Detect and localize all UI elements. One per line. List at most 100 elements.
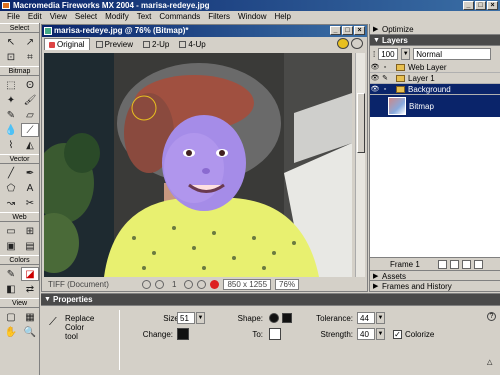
crop-tool-icon[interactable]: ⌗ (21, 50, 39, 64)
scrollbar-thumb[interactable] (357, 93, 365, 153)
frames-history-panel-header[interactable]: ▶ Frames and History (370, 281, 500, 292)
stroke-color-icon[interactable]: ✎ (2, 267, 20, 281)
round-shape-icon[interactable] (269, 313, 279, 323)
help-icon[interactable]: ? (487, 312, 496, 321)
lock-icon[interactable]: ▫ (380, 86, 390, 93)
properties-header[interactable]: ▼ Properties (41, 294, 500, 306)
close-button[interactable]: × (487, 1, 498, 10)
doc-minimize-button[interactable]: _ (330, 26, 341, 35)
new-layer-icon[interactable] (449, 259, 459, 269)
pointer-tool-icon[interactable]: ↖ (2, 35, 20, 49)
doc-close-button[interactable]: × (354, 26, 365, 35)
to-color-swatch[interactable] (269, 328, 281, 340)
menu-select[interactable]: Select (71, 11, 101, 23)
show-slices-icon[interactable]: ▤ (21, 239, 39, 253)
doc-maximize-button[interactable]: □ (342, 26, 353, 35)
full-screen-menus-icon[interactable]: ▦ (21, 310, 39, 324)
layers-panel-header[interactable]: ▼ Layers (370, 35, 500, 46)
quick-export-icon[interactable] (337, 38, 349, 49)
strength-field[interactable]: 40 (357, 328, 375, 340)
paint-bucket-tool-icon[interactable]: ◭ (21, 138, 39, 152)
size-field[interactable]: 51 (177, 312, 195, 324)
prev-frame-button[interactable] (184, 279, 194, 289)
knife-tool-icon[interactable]: ✂ (21, 196, 39, 210)
opacity-field[interactable]: 100 (378, 48, 399, 60)
opacity-slider-icon[interactable]: ⁞ (373, 50, 375, 59)
bitmap-object-row[interactable]: Bitmap (370, 95, 500, 117)
lasso-tool-icon[interactable]: ʘ (21, 78, 39, 92)
pencil-tool-icon[interactable]: ✎ (2, 108, 20, 122)
eye-icon[interactable]: 👁 (370, 74, 380, 82)
blend-mode-select[interactable]: Normal (413, 48, 492, 60)
opacity-dropdown-icon[interactable]: ▼ (401, 48, 411, 60)
new-sublayer-icon[interactable] (437, 259, 447, 269)
replace-color-tool-icon[interactable]: ⟋ (21, 123, 39, 137)
first-frame-button[interactable] (142, 279, 151, 289)
fill-color-icon[interactable]: ◪ (21, 267, 39, 281)
tolerance-dropdown-icon[interactable]: ▼ (376, 312, 385, 324)
canvas-vertical-scrollbar[interactable] (355, 53, 365, 277)
scale-tool-icon[interactable]: ⊡ (2, 50, 20, 64)
size-dropdown-icon[interactable]: ▼ (196, 312, 205, 324)
play-button[interactable] (155, 279, 164, 289)
tolerance-field[interactable]: 44 (357, 312, 375, 324)
menu-filters[interactable]: Filters (204, 11, 234, 23)
slice-tool-icon[interactable]: ⊞ (21, 224, 39, 238)
layer-row-web[interactable]: 👁 ▫ Web Layer (370, 62, 500, 73)
eye-icon[interactable]: 👁 (370, 85, 380, 93)
lock-icon[interactable]: ✎ (380, 74, 390, 82)
magic-wand-tool-icon[interactable]: ✦ (2, 93, 20, 107)
lock-icon[interactable]: ▫ (380, 64, 390, 71)
menu-commands[interactable]: Commands (155, 11, 204, 23)
default-colors-icon[interactable]: ◧ (2, 282, 20, 296)
line-tool-icon[interactable]: ╱ (2, 166, 20, 180)
eye-icon[interactable]: 👁 (370, 63, 380, 71)
minimize-button[interactable]: _ (463, 1, 474, 10)
colorize-checkbox[interactable]: ✓ (393, 330, 402, 339)
assets-panel-header[interactable]: ▶ Assets (370, 270, 500, 281)
menu-edit[interactable]: Edit (24, 11, 46, 23)
strength-dropdown-icon[interactable]: ▼ (376, 328, 385, 340)
document-canvas[interactable] (44, 53, 352, 277)
hotspot-tool-icon[interactable]: ▭ (2, 224, 20, 238)
blur-tool-icon[interactable]: 💧 (2, 123, 20, 137)
options-menu-icon[interactable] (351, 38, 363, 49)
maximize-button[interactable]: □ (475, 1, 486, 10)
standard-screen-icon[interactable]: ▢ (2, 310, 20, 324)
tools-section-vector: Vector (0, 154, 39, 164)
tab-2up[interactable]: 2-Up (139, 38, 173, 50)
menu-window[interactable]: Window (234, 11, 270, 23)
menu-file[interactable]: File (3, 11, 24, 23)
optimize-panel-header[interactable]: ▶ Optimize (370, 24, 500, 35)
marquee-tool-icon[interactable]: ⬚ (2, 78, 20, 92)
freeform-tool-icon[interactable]: ↝ (2, 196, 20, 210)
hide-slices-icon[interactable]: ▣ (2, 239, 20, 253)
menu-help[interactable]: Help (271, 11, 295, 23)
collapse-properties-icon[interactable]: △ (487, 358, 492, 366)
change-color-swatch[interactable] (177, 328, 189, 340)
delete-layer-icon[interactable] (473, 259, 483, 269)
hand-tool-icon[interactable]: ✋ (2, 325, 20, 339)
stop-button-icon[interactable] (210, 279, 220, 289)
eraser-tool-icon[interactable]: ▱ (21, 108, 39, 122)
square-shape-icon[interactable] (282, 313, 292, 323)
tab-4up[interactable]: 4-Up (175, 38, 209, 50)
brush-tool-icon[interactable]: 🖌 (21, 93, 39, 107)
zoom-select[interactable]: 76% (275, 278, 300, 290)
menu-text[interactable]: Text (133, 11, 156, 23)
subselect-tool-icon[interactable]: ↗ (21, 35, 39, 49)
polygon-tool-icon[interactable]: ⬠ (2, 181, 20, 195)
tab-original[interactable]: Original (44, 38, 90, 50)
eyedropper-tool-icon[interactable]: ⌇ (2, 138, 20, 152)
menu-modify[interactable]: Modify (101, 11, 133, 23)
add-mask-icon[interactable] (461, 259, 471, 269)
swap-colors-icon[interactable]: ⇄ (21, 282, 39, 296)
next-frame-button[interactable] (197, 279, 207, 289)
menu-view[interactable]: View (46, 11, 71, 23)
layer-row-layer1[interactable]: 👁 ✎ Layer 1 (370, 73, 500, 84)
tab-preview[interactable]: Preview (92, 38, 137, 50)
text-tool-icon[interactable]: A (21, 181, 39, 195)
zoom-tool-icon[interactable]: 🔍 (21, 325, 39, 339)
pen-tool-icon[interactable]: ✒ (21, 166, 39, 180)
layer-row-background[interactable]: 👁 ▫ Background (370, 84, 500, 95)
